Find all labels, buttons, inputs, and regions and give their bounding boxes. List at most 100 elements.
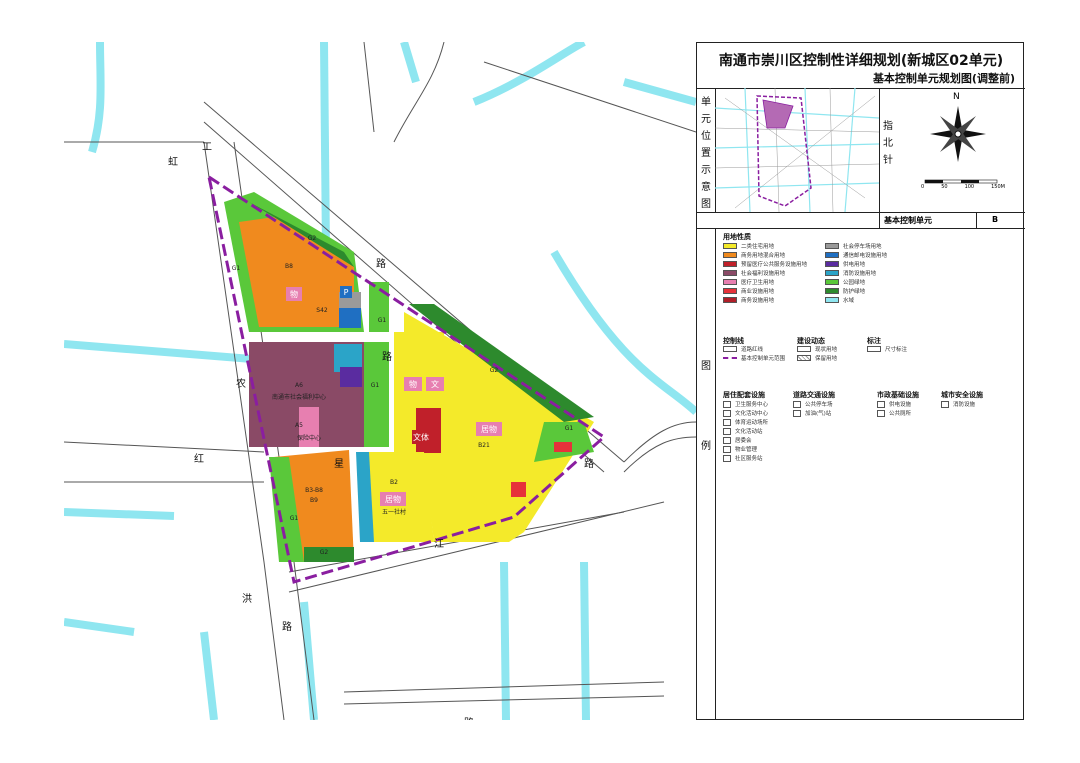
location-map-label: 单元位置示意图 [699,94,713,213]
legend-item: 公园绿地 [825,278,865,286]
svg-text:江: 江 [434,538,444,550]
welfare-center-label: 南通市社会福利中心 [272,393,326,401]
facility-label: 文化活动站 [735,429,763,435]
facility-heading-2: 道路交通设施 [793,391,835,399]
facility-label: 居委会 [735,438,752,444]
facility-label: 物业管理 [735,447,758,453]
legend-item-label: 防护绿地 [843,289,866,295]
vertical-char: 元 [701,114,711,125]
facility-item: 加油(气)站 [793,409,831,417]
color-swatch [723,261,737,267]
existing-swatch [797,346,811,352]
color-swatch [723,288,737,294]
facility-item: 卫生服务中心 [723,400,768,408]
svg-text:G1: G1 [290,515,299,522]
dimension-swatch [867,346,881,352]
vertical-char: 图 [701,199,711,210]
svg-text:路: 路 [376,257,386,270]
facility-icon [723,418,731,426]
vertical-char: 意 [701,182,711,193]
svg-text:文: 文 [431,379,439,389]
scale-tick: 150M [991,184,1005,190]
color-swatch [825,297,839,303]
facility-label: 卫生服务中心 [735,402,769,408]
facility-icon [723,409,731,417]
map-subtitle: 基本控制单元规划图(调整前) [872,72,1015,85]
legend-item: 通信邮电设施用地 [825,251,887,259]
facility-icon [877,409,885,417]
legend-item-label: 社会福利设施用地 [741,271,786,277]
unit-row: 基本控制单元 B [879,212,1026,228]
scale-bar: 0 50 100 150M [921,184,1005,190]
scale-tick: 50 [941,184,948,190]
vertical-char: 针 [883,155,893,166]
legend-item: 尺寸标注 [867,345,907,353]
svg-text:居物: 居物 [481,424,497,434]
svg-text:工: 工 [202,142,212,153]
vertical-char: 指 [883,121,893,132]
facility-item: 居委会 [723,436,752,444]
unit-label: 基本控制单元 [884,216,932,225]
location-map [715,88,880,212]
legend-item-label: 商务设施用地 [741,298,775,304]
legend-item: 商务设施用地 [723,296,774,304]
facility-heading-4: 城市安全设施 [941,391,983,399]
legend-item-label: 水域 [843,298,855,304]
svg-text:B21: B21 [478,442,490,449]
color-swatch [825,252,839,258]
legend-item-label: 供电用地 [843,262,866,268]
facility-label: 公共厕所 [889,411,912,417]
road-line-swatch [723,346,737,352]
svg-text:B3-B8: B3-B8 [305,487,323,494]
vertical-char: 位 [701,131,711,142]
legend-item: 水域 [825,296,854,304]
facility-heading-3: 市政基础设施 [877,391,919,399]
legend-item-label: 基本控制单元范围 [741,356,786,362]
legend-item: 供电用地 [825,260,865,268]
insurance-center-label: 保险中心 [297,434,321,442]
legend-item: 医疗卫生用地 [723,278,774,286]
svg-text:G2: G2 [308,235,317,242]
legend-item-label: 消防设施用地 [843,271,877,277]
scale-tick: 100 [964,184,975,190]
vertical-char: 北 [883,138,893,149]
legend-item: 道路红线 [723,345,763,353]
facility-icon [941,400,949,408]
unit-value: B [992,215,999,224]
svg-text:G1: G1 [565,425,574,432]
legend-item-label: 商业设施用地 [741,289,775,295]
svg-text:路: 路 [382,350,392,363]
svg-text:B9: B9 [310,497,318,504]
facility-item: 物业管理 [723,445,757,453]
color-swatch [723,279,737,285]
compass-label-col: 指北针 [879,88,897,212]
facility-label: 加油(气)站 [805,411,832,417]
map-canvas: P 物 物 文 文体 居物 居物 B8 S42 A6 A5 B3-B8 B9 B… [63,38,699,733]
facility-item: 公共厕所 [877,409,911,417]
facility-icon [877,400,885,408]
facility-icon [723,436,731,444]
color-swatch [723,243,737,249]
svg-text:文体: 文体 [413,432,429,442]
svg-text:居物: 居物 [385,494,401,504]
divider [976,212,977,228]
color-swatch [723,252,737,258]
facility-icon [793,409,801,417]
svg-text:路: 路 [584,457,594,470]
map-title: 南通市崇川区控制性详细规划(新城区02单元) [718,53,1004,69]
compass-label: 指北针 [881,118,895,169]
vertical-char: 置 [701,148,711,159]
compass-rose-icon [924,106,998,184]
legend-item-label: 保留用地 [815,356,838,362]
svg-text:路: 路 [282,620,292,633]
compass: N 0 50 100 150M [897,88,1025,212]
svg-text:G1: G1 [378,317,387,324]
facility-item: 公共停车场 [793,400,833,408]
parking-icon-text: P [344,288,349,297]
color-swatch [723,297,737,303]
color-swatch [825,243,839,249]
legend-char: 例 [701,441,711,452]
color-swatch [825,279,839,285]
facility-item: 体育运动场所 [723,418,768,426]
legend-panel: 南通市崇川区控制性详细规划(新城区02单元) 基本控制单元规划图(调整前) 单元… [696,42,1026,720]
